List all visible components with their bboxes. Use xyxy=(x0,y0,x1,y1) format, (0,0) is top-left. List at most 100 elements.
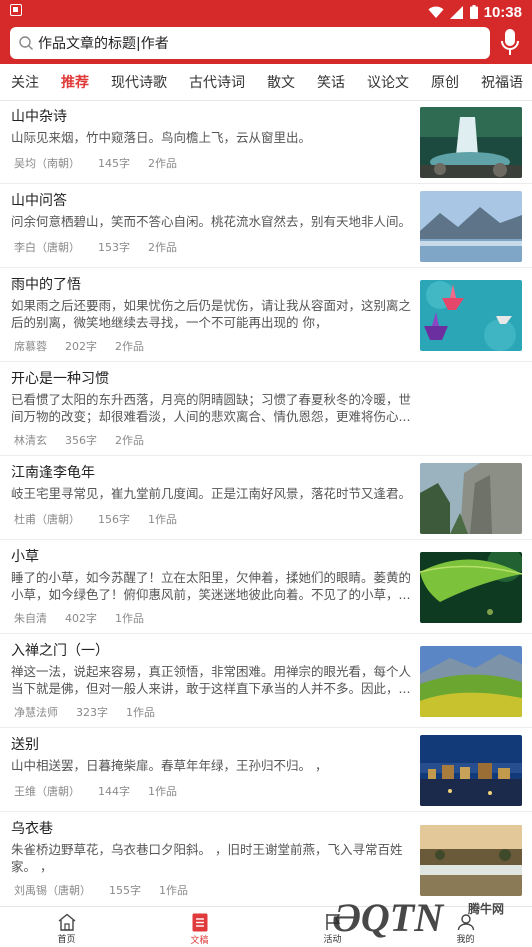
article-works: 1作品 xyxy=(115,612,144,625)
article-excerpt: 朱雀桥边野草花，乌衣巷口夕阳斜。 ，旧时王谢堂前燕，飞入寻常百姓家。 ， xyxy=(11,842,403,874)
article-item[interactable]: 送别山中相送罢，日暮掩柴扉。春草年年绿，王孙归不归。 ， 王维（唐朝） 144字 1作… xyxy=(0,728,532,812)
article-meta: 杜甫（唐朝） 156字 1作品 xyxy=(14,511,177,527)
status-bar: 10:38 xyxy=(0,0,532,24)
nav-manuscripts-label: 文稿 xyxy=(190,936,209,946)
article-works: 2作品 xyxy=(115,434,144,447)
article-item[interactable]: 入禅之门（一） 禅这一法，说起来容易，真正领悟，非常困难。用禅宗的眼光看，每个人当… xyxy=(0,634,532,728)
green-leaf-image[interactable] xyxy=(420,552,522,623)
flag-icon xyxy=(325,914,340,930)
status-time: 10:38 xyxy=(483,3,522,21)
article-meta: 李白（唐朝） 153字 2作品 xyxy=(14,239,177,255)
article-works: 1作品 xyxy=(148,785,177,798)
article-chars: 155字 xyxy=(109,884,141,897)
article-author: 净慧法师 xyxy=(14,706,58,719)
article-meta: 净慧法师 323字 1作品 xyxy=(14,704,155,720)
article-title: 乌衣巷 xyxy=(11,821,53,837)
home-icon xyxy=(58,913,75,931)
nav-manuscripts[interactable]: 文稿 xyxy=(133,907,266,947)
tab-3[interactable]: 古代诗词 xyxy=(178,72,256,92)
search-box[interactable] xyxy=(10,27,490,59)
article-title: 小草 xyxy=(11,549,39,565)
article-author: 李白（唐朝） xyxy=(14,241,80,254)
article-list: 山中杂诗山际见来烟，竹中窥落日。鸟向檐上飞，云从窗里出。 吴均（南朝） 145字 2作… xyxy=(0,100,532,908)
app-notification-icon xyxy=(10,4,22,16)
search-input[interactable] xyxy=(38,35,458,51)
microphone-icon[interactable] xyxy=(500,28,520,58)
article-works: 2作品 xyxy=(148,241,177,254)
tab-7[interactable]: 原创 xyxy=(420,72,470,92)
nav-activity-label: 活动 xyxy=(323,935,342,945)
tab-2[interactable]: 现代诗歌 xyxy=(100,72,178,92)
article-excerpt: 睡了的小草，如今苏醒了！立在太阳里，欠伸着，揉她们的眼睛。萎黄的小草，如今绿色了… xyxy=(11,570,412,602)
article-item[interactable]: 雨中的了悟 如果雨之后还要雨，如果忧伤之后仍是忧伤，请让我从容面对，这别离之后的别… xyxy=(0,268,532,362)
cliff-image[interactable] xyxy=(420,463,522,534)
article-title: 送别 xyxy=(11,737,39,753)
user-icon xyxy=(457,914,474,931)
tab-1[interactable]: 推荐 xyxy=(50,72,100,92)
night-town-image[interactable] xyxy=(420,735,522,806)
article-excerpt: 山际见来烟，竹中窥落日。鸟向檐上飞，云从窗里出。 xyxy=(11,130,312,145)
article-meta: 席慕蓉 202字 2作品 xyxy=(14,338,144,354)
article-item[interactable]: 山中杂诗山际见来烟，竹中窥落日。鸟向檐上飞，云从窗里出。 吴均（南朝） 145字 2作… xyxy=(0,100,532,184)
article-meta: 王维（唐朝） 144字 1作品 xyxy=(14,783,177,799)
article-chars: 202字 xyxy=(65,340,97,353)
document-icon xyxy=(192,913,207,932)
article-works: 2作品 xyxy=(148,157,177,170)
article-works: 1作品 xyxy=(148,513,177,526)
nav-home-label: 首页 xyxy=(57,935,76,945)
article-meta: 朱自清 402字 1作品 xyxy=(14,610,144,626)
article-item[interactable]: 山中问答问余何意栖碧山，笑而不答心自闲。桃花流水窅然去，别有天地非人间。 李白（唐… xyxy=(0,184,532,268)
app-header xyxy=(0,24,532,64)
waterfall-image[interactable] xyxy=(420,107,522,178)
battery-icon xyxy=(469,5,478,19)
article-title: 开心是一种习惯 xyxy=(11,371,109,387)
signal-icon xyxy=(449,5,463,19)
article-works: 2作品 xyxy=(115,340,144,353)
tab-8[interactable]: 祝福语 xyxy=(470,72,532,92)
article-author: 吴均（南朝） xyxy=(14,157,80,170)
green-hills-image[interactable] xyxy=(420,646,522,717)
article-chars: 145字 xyxy=(98,157,130,170)
article-title: 山中问答 xyxy=(11,193,67,209)
article-author: 林清玄 xyxy=(14,434,47,447)
article-author: 朱自清 xyxy=(14,612,47,625)
tab-0[interactable]: 关注 xyxy=(0,72,50,92)
article-meta: 吴均（南朝） 145字 2作品 xyxy=(14,155,177,171)
article-chars: 356字 xyxy=(65,434,97,447)
article-chars: 144字 xyxy=(98,785,130,798)
tab-5[interactable]: 笑话 xyxy=(306,72,356,92)
nav-mine-label: 我的 xyxy=(456,935,475,945)
river-waterfall-image[interactable] xyxy=(420,825,522,896)
article-item[interactable]: 乌衣巷朱雀桥边野草花，乌衣巷口夕阳斜。 ，旧时王谢堂前燕，飞入寻常百姓家。 ， 刘… xyxy=(0,812,532,908)
article-works: 1作品 xyxy=(159,884,188,897)
article-excerpt: 岐王宅里寻常见，崔九堂前几度闻。正是江南好风景，落花时节又逢君。 xyxy=(11,486,412,501)
nav-activity[interactable]: 活动 xyxy=(266,907,399,947)
article-excerpt: 问余何意栖碧山，笑而不答心自闲。桃花流水窅然去，别有天地非人间。 xyxy=(11,214,412,229)
article-excerpt: 禅这一法，说起来容易，真正领悟，非常困难。用禅宗的眼光看，每个人当下就是佛，但对… xyxy=(11,664,412,696)
article-item[interactable]: 开心是一种习惯已看惯了太阳的东升西落，月亮的阴晴圆缺；习惯了春夏秋冬的冷暖，世间… xyxy=(0,362,532,456)
paper-boats-image[interactable] xyxy=(420,280,522,351)
article-item[interactable]: 江南逢李龟年岐王宅里寻常见，崔九堂前几度闻。正是江南好风景，落花时节又逢君。 杜甫… xyxy=(0,456,532,540)
article-title: 入禅之门（一） xyxy=(11,643,109,659)
article-title: 雨中的了悟 xyxy=(11,277,81,293)
tab-4[interactable]: 散文 xyxy=(256,72,306,92)
mountain-lake-image[interactable] xyxy=(420,191,522,262)
article-meta: 林清玄 356字 2作品 xyxy=(14,432,144,448)
article-excerpt: 已看惯了太阳的东升西落，月亮的阴晴圆缺；习惯了春夏秋冬的冷暖，世间万物的改变；却… xyxy=(11,392,412,424)
wifi-icon xyxy=(428,6,444,18)
article-author: 王维（唐朝） xyxy=(14,785,80,798)
article-excerpt: 山中相送罢，日暮掩柴扉。春草年年绿，王孙归不归。 ， xyxy=(11,758,328,773)
tab-6[interactable]: 议论文 xyxy=(356,72,420,92)
search-icon xyxy=(19,36,33,50)
nav-home[interactable]: 首页 xyxy=(0,907,133,947)
article-title: 江南逢李龟年 xyxy=(11,465,95,481)
article-chars: 153字 xyxy=(98,241,130,254)
category-tabs: 关注推荐现代诗歌古代诗词散文笑话议论文原创祝福语心情 xyxy=(0,64,532,101)
article-author: 刘禹锡（唐朝） xyxy=(14,884,91,897)
article-item[interactable]: 小草睡了的小草，如今苏醒了！立在太阳里，欠伸着，揉她们的眼睛。萎黄的小草，如今绿… xyxy=(0,540,532,634)
article-title: 山中杂诗 xyxy=(11,109,67,125)
article-author: 杜甫（唐朝） xyxy=(14,513,80,526)
nav-mine[interactable]: 我的 xyxy=(399,907,532,947)
article-author: 席慕蓉 xyxy=(14,340,47,353)
article-chars: 402字 xyxy=(65,612,97,625)
